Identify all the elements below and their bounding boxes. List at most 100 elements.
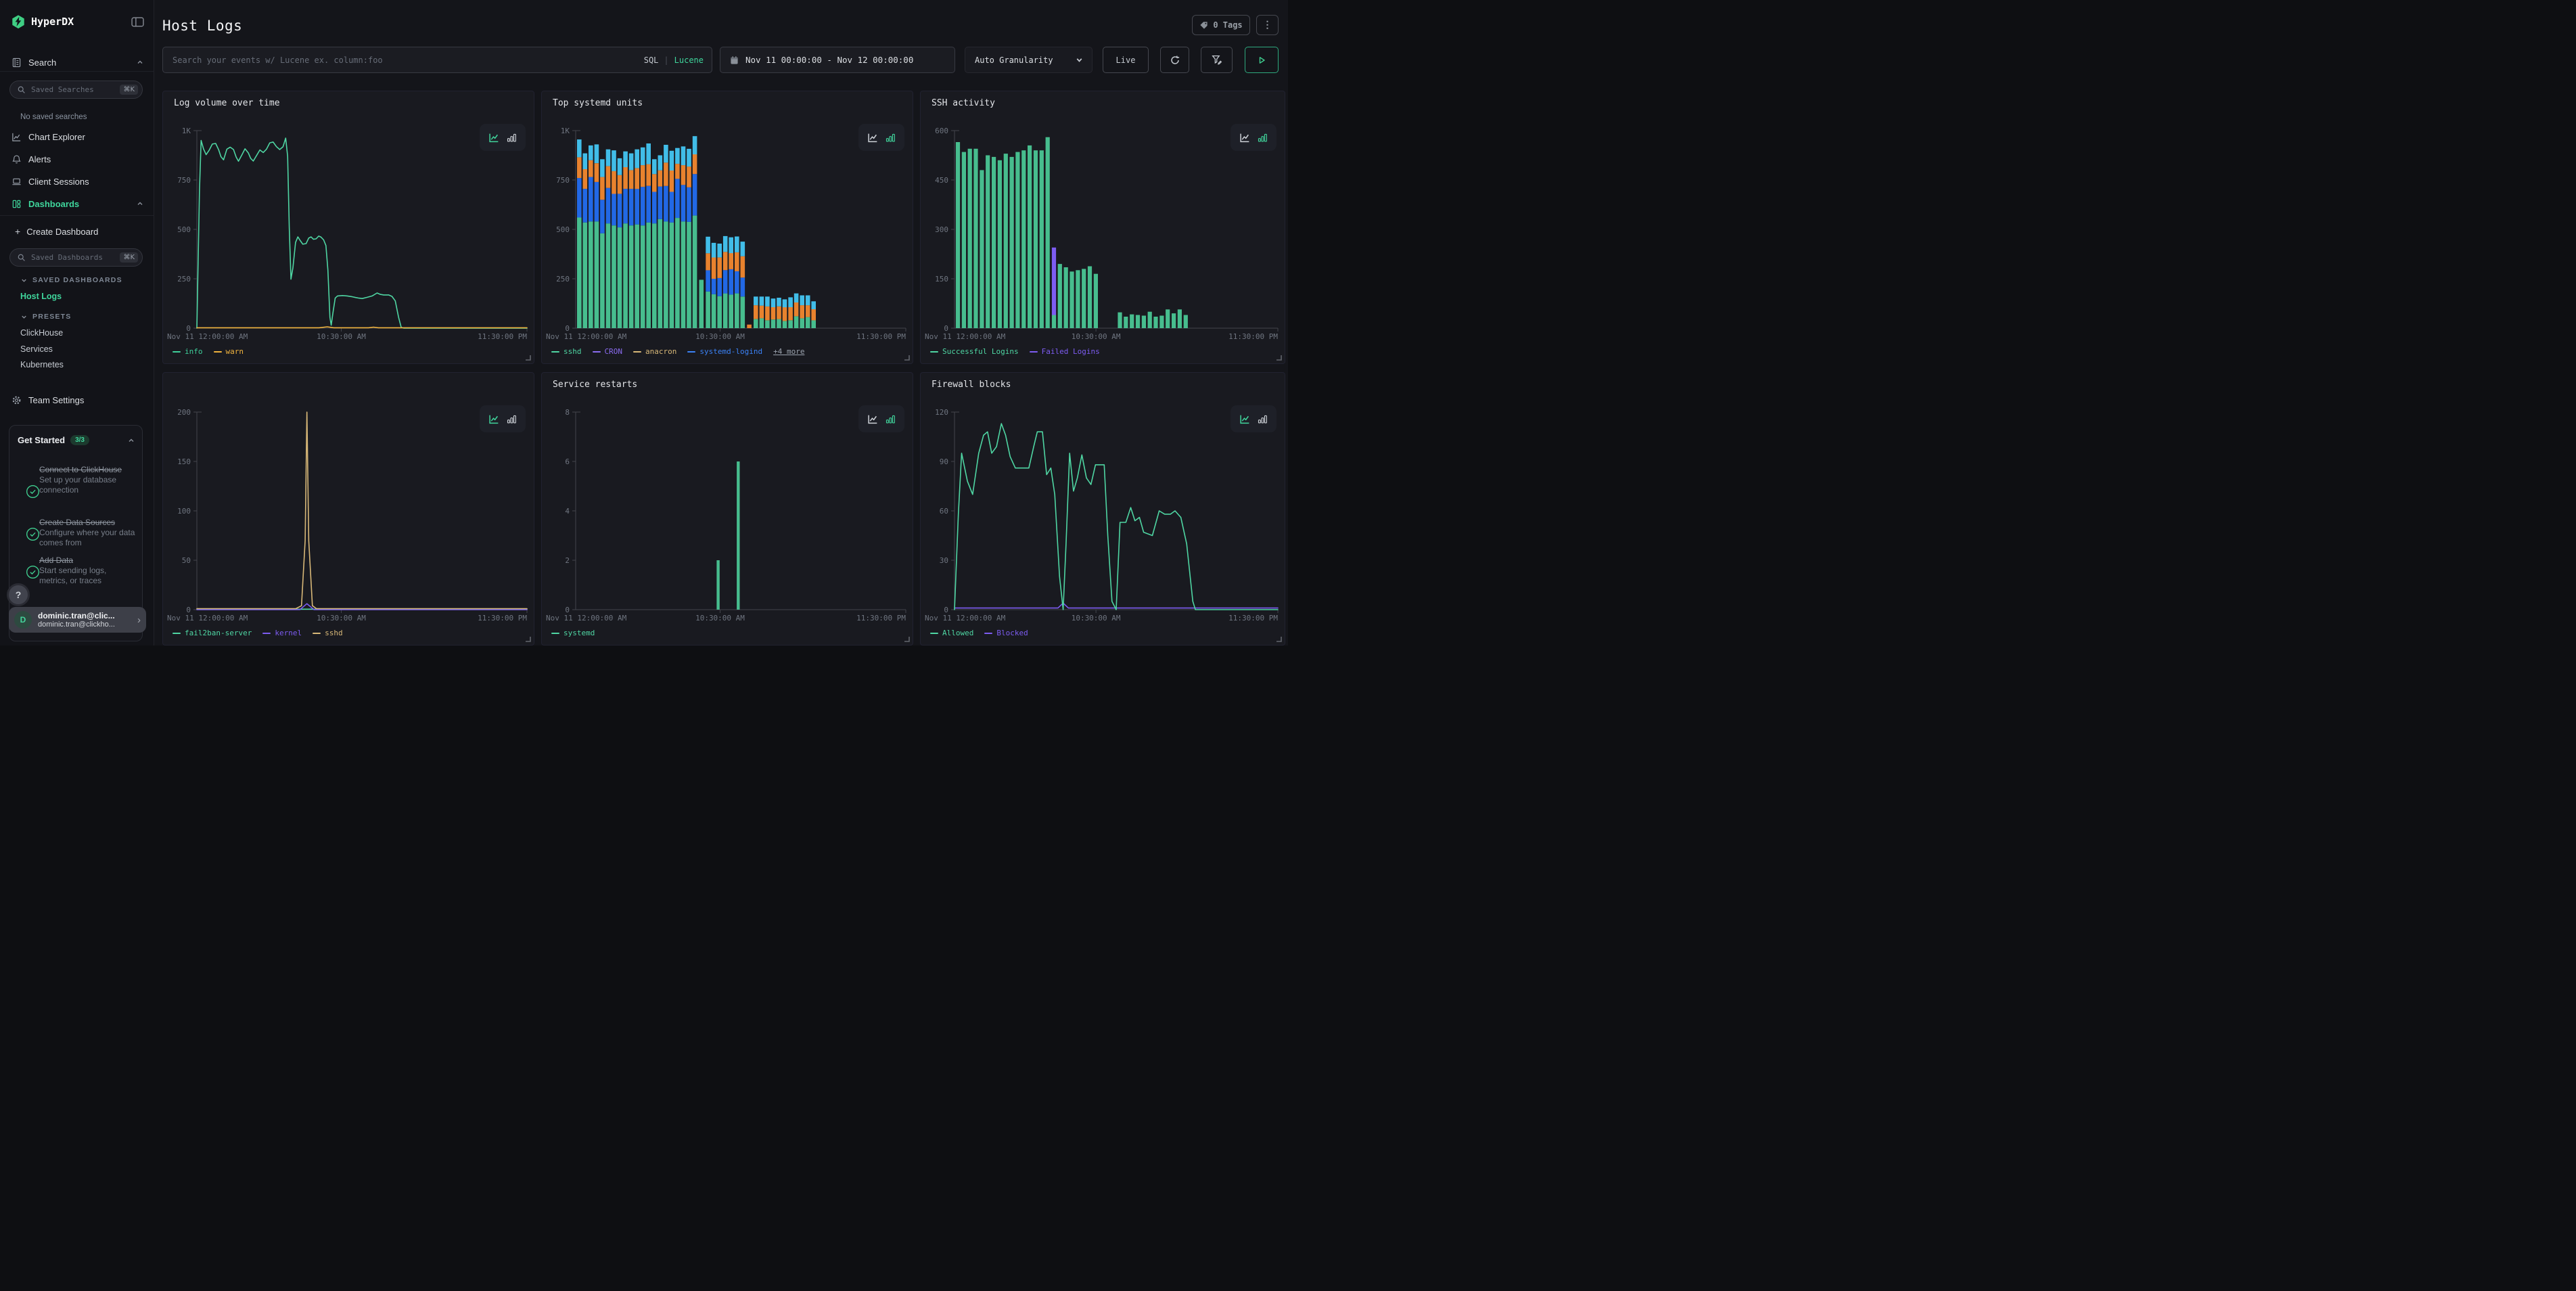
resize-grip[interactable] (525, 636, 531, 642)
legend-item[interactable]: Allowed (930, 629, 973, 637)
legend-more-link[interactable]: +4 more (773, 347, 804, 356)
lucene-mode-toggle[interactable]: Lucene (674, 55, 704, 65)
resize-grip[interactable] (525, 355, 531, 361)
sidebar-item-host-logs[interactable]: Host Logs (20, 292, 62, 301)
legend-item[interactable]: Failed Logins (1030, 347, 1100, 356)
legend-dash (687, 351, 695, 353)
legend-item[interactable]: Successful Logins (930, 347, 1019, 356)
panel-options-kebab-button[interactable]: ⋮ (1256, 15, 1279, 35)
get-started-header[interactable]: Get Started 3/3 (18, 435, 135, 445)
get-started-item[interactable]: Connect to ClickHouse Set up your databa… (39, 465, 135, 495)
run-query-button[interactable] (1245, 47, 1279, 73)
line-view-icon[interactable] (1239, 132, 1251, 143)
svg-text:0: 0 (944, 324, 948, 332)
filter-button[interactable] (1201, 47, 1233, 73)
laptop-icon (11, 176, 22, 187)
legend-item[interactable]: systemd-logind (687, 347, 762, 356)
svg-text:500: 500 (556, 225, 570, 234)
saved-dashboards-input[interactable] (30, 252, 120, 263)
sidebar-item-team-settings[interactable]: Team Settings (0, 391, 154, 409)
legend-item[interactable]: fail2ban-server (172, 629, 252, 637)
tags-button[interactable]: 0 Tags (1192, 15, 1250, 35)
line-view-icon[interactable] (1239, 413, 1251, 425)
granularity-select[interactable]: Auto Granularity (965, 47, 1092, 73)
legend-label: info (185, 347, 203, 356)
bar-view-icon[interactable] (1258, 414, 1268, 424)
legend-label: Blocked (996, 629, 1028, 637)
chart-canvas: 200150100500 (163, 373, 534, 614)
refresh-button[interactable] (1160, 47, 1189, 73)
live-button[interactable]: Live (1103, 47, 1149, 73)
legend-item[interactable]: anacron (633, 347, 676, 356)
bar-view-icon[interactable] (886, 414, 896, 424)
user-menu[interactable]: D dominic.tran@clic... dominic.tran@clic… (9, 607, 146, 633)
chart-canvas: 1209060300 (921, 373, 1285, 614)
legend-dash (172, 633, 181, 634)
search-icon (17, 85, 26, 94)
bar-view-icon[interactable] (886, 133, 896, 143)
chevron-up-icon (127, 436, 135, 445)
help-button[interactable]: ? (7, 583, 30, 606)
panel-ssh-activity: SSH activity6004503001500Nov 11 12:00:00… (920, 91, 1285, 364)
legend-item[interactable]: sshd (551, 347, 582, 356)
avatar: D (14, 611, 32, 629)
legend-item[interactable]: CRON (593, 347, 623, 356)
svg-text:50: 50 (182, 556, 191, 565)
chart-view-toggle (858, 405, 904, 432)
sidebar-item-alerts[interactable]: Alerts (0, 150, 154, 168)
sql-mode-toggle[interactable]: SQL (644, 55, 659, 65)
sidebar-item-search[interactable]: Search (0, 53, 154, 71)
sidebar-item-clickhouse[interactable]: ClickHouse (20, 328, 63, 338)
collapse-sidebar-icon[interactable] (131, 17, 144, 27)
x-tick-label: 10:30:00 AM (317, 332, 366, 341)
sidebar-item-kubernetes[interactable]: Kubernetes (20, 360, 64, 369)
sidebar-item-chart-explorer[interactable]: Chart Explorer (0, 128, 154, 145)
sidebar-item-dashboards[interactable]: Dashboards (0, 195, 154, 212)
legend-item[interactable]: warn (214, 347, 244, 356)
journal-icon (11, 57, 22, 68)
event-search-input[interactable] (171, 55, 644, 66)
saved-searches-search[interactable]: ⌘K (9, 81, 143, 99)
create-dashboard-button[interactable]: + Create Dashboard (0, 223, 154, 240)
legend-dash (313, 633, 321, 634)
svg-text:750: 750 (177, 176, 191, 185)
saved-dashboards-search[interactable]: ⌘K (9, 248, 143, 267)
legend-item[interactable]: kernel (262, 629, 302, 637)
line-view-icon[interactable] (867, 413, 879, 425)
legend-item[interactable]: sshd (313, 629, 343, 637)
tag-icon (1199, 21, 1208, 30)
get-started-item[interactable]: Create Data Sources Configure where your… (39, 518, 135, 548)
legend-label: kernel (275, 629, 302, 637)
legend-item[interactable]: info (172, 347, 203, 356)
legend-dash (1030, 351, 1038, 353)
resize-grip[interactable] (1276, 636, 1282, 642)
bar-view-icon[interactable] (507, 133, 517, 143)
bar-view-icon[interactable] (1258, 133, 1268, 143)
bar-view-icon[interactable] (507, 414, 517, 424)
legend-item[interactable]: Blocked (984, 629, 1028, 637)
check-circle-icon (26, 484, 40, 499)
event-search[interactable]: SQL | Lucene (162, 47, 712, 73)
resize-grip[interactable] (904, 636, 910, 642)
line-view-icon[interactable] (488, 132, 500, 143)
legend-label: systemd (564, 629, 595, 637)
saved-searches-input[interactable] (30, 85, 120, 95)
refresh-icon (1170, 55, 1180, 66)
chart-legend: sshd CRON anacron systemd-logind +4 more (551, 347, 804, 356)
date-range-picker[interactable]: Nov 11 00:00:00 - Nov 12 00:00:00 (720, 47, 955, 73)
legend-dash (930, 351, 938, 353)
saved-dashboards-header[interactable]: SAVED DASHBOARDS (20, 276, 122, 284)
presets-header[interactable]: PRESETS (20, 313, 71, 321)
line-view-icon[interactable] (488, 413, 500, 425)
chevron-down-icon (20, 277, 28, 284)
panel-firewall-blocks: Firewall blocks1209060300Nov 11 12:00:00… (920, 372, 1285, 646)
svg-text:100: 100 (177, 507, 191, 516)
sidebar-item-services[interactable]: Services (20, 344, 53, 354)
line-view-icon[interactable] (867, 132, 879, 143)
resize-grip[interactable] (1276, 355, 1282, 361)
sidebar-item-client-sessions[interactable]: Client Sessions (0, 173, 154, 190)
legend-dash (984, 633, 992, 634)
resize-grip[interactable] (904, 355, 910, 361)
legend-item[interactable]: systemd (551, 629, 595, 637)
get-started-item[interactable]: Add Data Start sending logs, metrics, or… (39, 556, 135, 586)
